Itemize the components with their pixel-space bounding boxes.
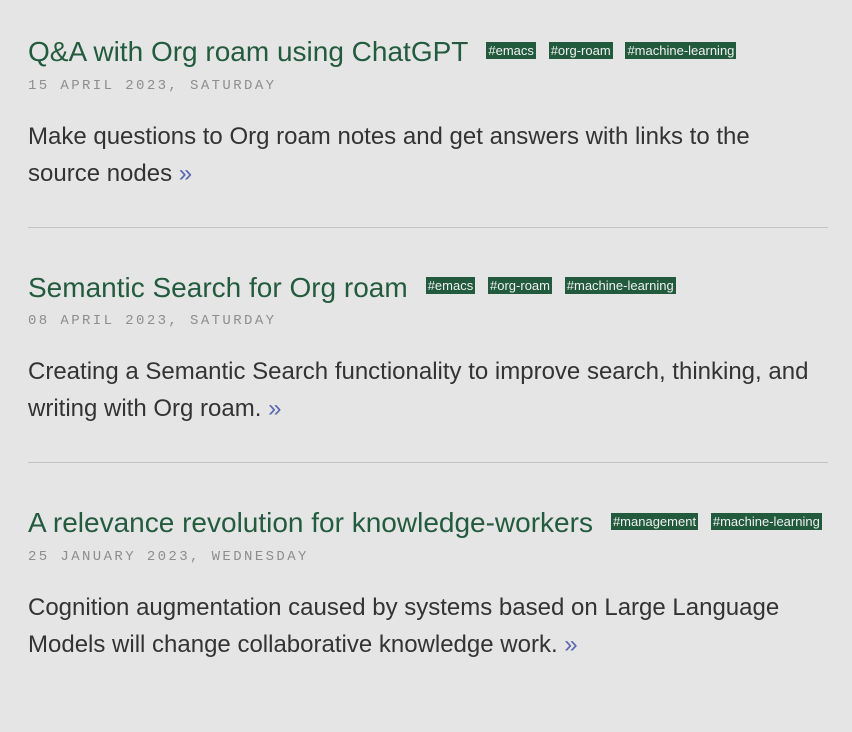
read-more-link[interactable]: » — [564, 631, 577, 658]
post-heading: A relevance revolution for knowledge-wor… — [28, 499, 828, 549]
post-heading: Q&A with Org roam using ChatGPT #emacs #o… — [28, 28, 828, 78]
post-date: 25 JANUARY 2023, WEDNESDAY — [28, 548, 309, 565]
post-item: Semantic Search for Org roam #emacs #org-… — [28, 264, 828, 428]
post-description-text: Make questions to Org roam notes and get… — [28, 122, 750, 187]
post-date: 15 APRIL 2023, SATURDAY — [28, 77, 277, 94]
tag-management[interactable]: #management — [610, 512, 699, 530]
post-description: Creating a Semantic Search functionality… — [28, 353, 828, 427]
tag-machine-learning[interactable]: #machine-learning — [710, 512, 822, 530]
post-description: Cognition augmentation caused by systems… — [28, 589, 828, 663]
divider — [28, 226, 828, 228]
post-title-link[interactable]: A relevance revolution for knowledge-wor… — [28, 507, 593, 538]
read-more-link[interactable]: » — [268, 395, 281, 422]
post-title-link[interactable]: Q&A with Org roam using ChatGPT — [28, 36, 468, 67]
post-date: 08 APRIL 2023, SATURDAY — [28, 313, 277, 330]
post-list: Q&A with Org roam using ChatGPT #emacs #o… — [28, 28, 828, 698]
tag-emacs[interactable]: #emacs — [486, 41, 536, 59]
post-item: A relevance revolution for knowledge-wor… — [28, 499, 828, 663]
post-description: Make questions to Org roam notes and get… — [28, 118, 828, 192]
post-description-text: Creating a Semantic Search functionality… — [28, 358, 809, 423]
post-title-link[interactable]: Semantic Search for Org roam — [28, 272, 408, 303]
post-description-text: Cognition augmentation caused by systems… — [28, 593, 780, 658]
post-heading: Semantic Search for Org roam #emacs #org-… — [28, 264, 828, 314]
tag-emacs[interactable]: #emacs — [425, 277, 476, 295]
tag-org-roam[interactable]: #org-roam — [548, 41, 613, 59]
read-more-link[interactable]: » — [179, 160, 192, 187]
tag-org-roam[interactable]: #org-roam — [488, 277, 552, 295]
tag-machine-learning[interactable]: #machine-learning — [564, 277, 676, 295]
tag-machine-learning[interactable]: #machine-learning — [625, 41, 737, 59]
post-item: Q&A with Org roam using ChatGPT #emacs #o… — [28, 28, 828, 192]
divider — [28, 462, 828, 464]
